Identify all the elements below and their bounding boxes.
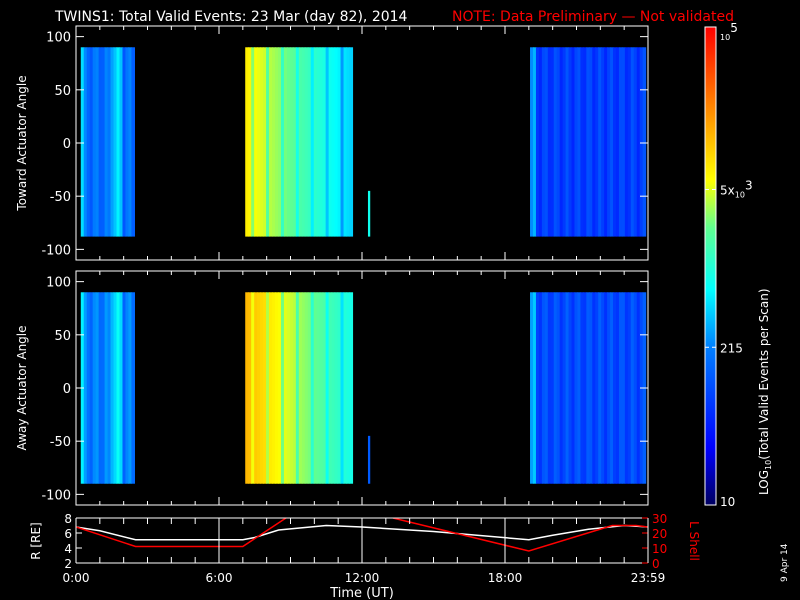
y2-axis-label: L Shell — [687, 521, 701, 561]
preliminary-note: NOTE: Data Preliminary — Not validated — [452, 9, 734, 25]
date-stamp: 9 Apr 14 — [780, 543, 790, 582]
y2-tick-label: 30 — [652, 512, 667, 526]
y-tick-label: 6 — [64, 527, 72, 541]
x-tick-label: 0:00 — [63, 571, 90, 585]
plot-title: TWINS1: Total Valid Events: 23 Mar (day … — [54, 9, 408, 25]
y-tick-label: -100 — [41, 488, 71, 503]
y-tick-label: 8 — [64, 512, 72, 526]
y-tick-label: 2 — [64, 557, 72, 571]
panel-orbit: 8642 3020100 0:00 6:00 12:00 18:00 23:59 Time (… — [29, 512, 701, 600]
lshell-line — [76, 518, 288, 548]
y2-tick-label: 20 — [652, 527, 667, 541]
data-block — [80, 292, 135, 484]
colorbar-tick-label: 215 — [720, 341, 743, 355]
data-block — [80, 47, 135, 237]
heatmap-column — [642, 47, 647, 237]
x-tick-label: 6:00 — [206, 571, 233, 585]
x-tick-label: 12:00 — [345, 571, 380, 585]
panel-away: 100 50 0 -50 -100 Away Actuator Angle — [15, 270, 649, 506]
data-block — [530, 47, 647, 237]
twins-plot: TWINS1: Total Valid Events: 23 Mar (day … — [15, 9, 790, 600]
y2-tick-label: 0 — [652, 557, 660, 571]
heatmap-column — [349, 47, 354, 237]
x-tick-label: 23:59 — [631, 571, 666, 585]
lshell-line — [392, 518, 648, 552]
y-tick-label: 0 — [63, 382, 71, 397]
y-tick-label: 0 — [63, 137, 71, 152]
heatmap-column — [367, 435, 371, 484]
y-tick-label: 50 — [54, 329, 71, 344]
data-block — [367, 435, 371, 484]
heatmap-column — [131, 47, 135, 237]
heatmap-column — [367, 190, 371, 237]
y-axis-label: R [RE] — [29, 522, 43, 559]
panel-toward: 100 50 0 -50 -100 Toward Actuator Angle — [15, 25, 649, 261]
y-tick-label: 50 — [54, 84, 71, 99]
y-tick-label: -50 — [50, 435, 71, 450]
colorbar-tick-label: 5x103 — [720, 179, 753, 200]
data-block — [245, 292, 354, 484]
heatmap-column — [131, 292, 135, 484]
y-tick-label: 100 — [46, 31, 71, 46]
colorbar-scale — [704, 26, 717, 506]
y-axis-label: Away Actuator Angle — [15, 325, 29, 450]
y-tick-label: 4 — [64, 542, 72, 556]
y-tick-label: -50 — [50, 190, 71, 205]
colorbar: 1055x10321510 LOG10(Total Valid Events p… — [704, 21, 773, 509]
data-block — [530, 292, 647, 484]
heatmap-column — [349, 292, 354, 484]
data-block — [245, 47, 354, 237]
colorbar-label: LOG10(Total Valid Events per Scan) — [757, 288, 773, 495]
y-tick-label: 100 — [46, 276, 71, 291]
y-tick-label: -100 — [41, 243, 71, 258]
data-block — [367, 190, 371, 237]
x-axis-label: Time (UT) — [329, 586, 394, 600]
y-axis-label: Toward Actuator Angle — [15, 75, 29, 211]
colorbar-tick-label: 10 — [720, 495, 735, 509]
y2-tick-label: 10 — [652, 542, 667, 556]
x-tick-label: 18:00 — [488, 571, 523, 585]
